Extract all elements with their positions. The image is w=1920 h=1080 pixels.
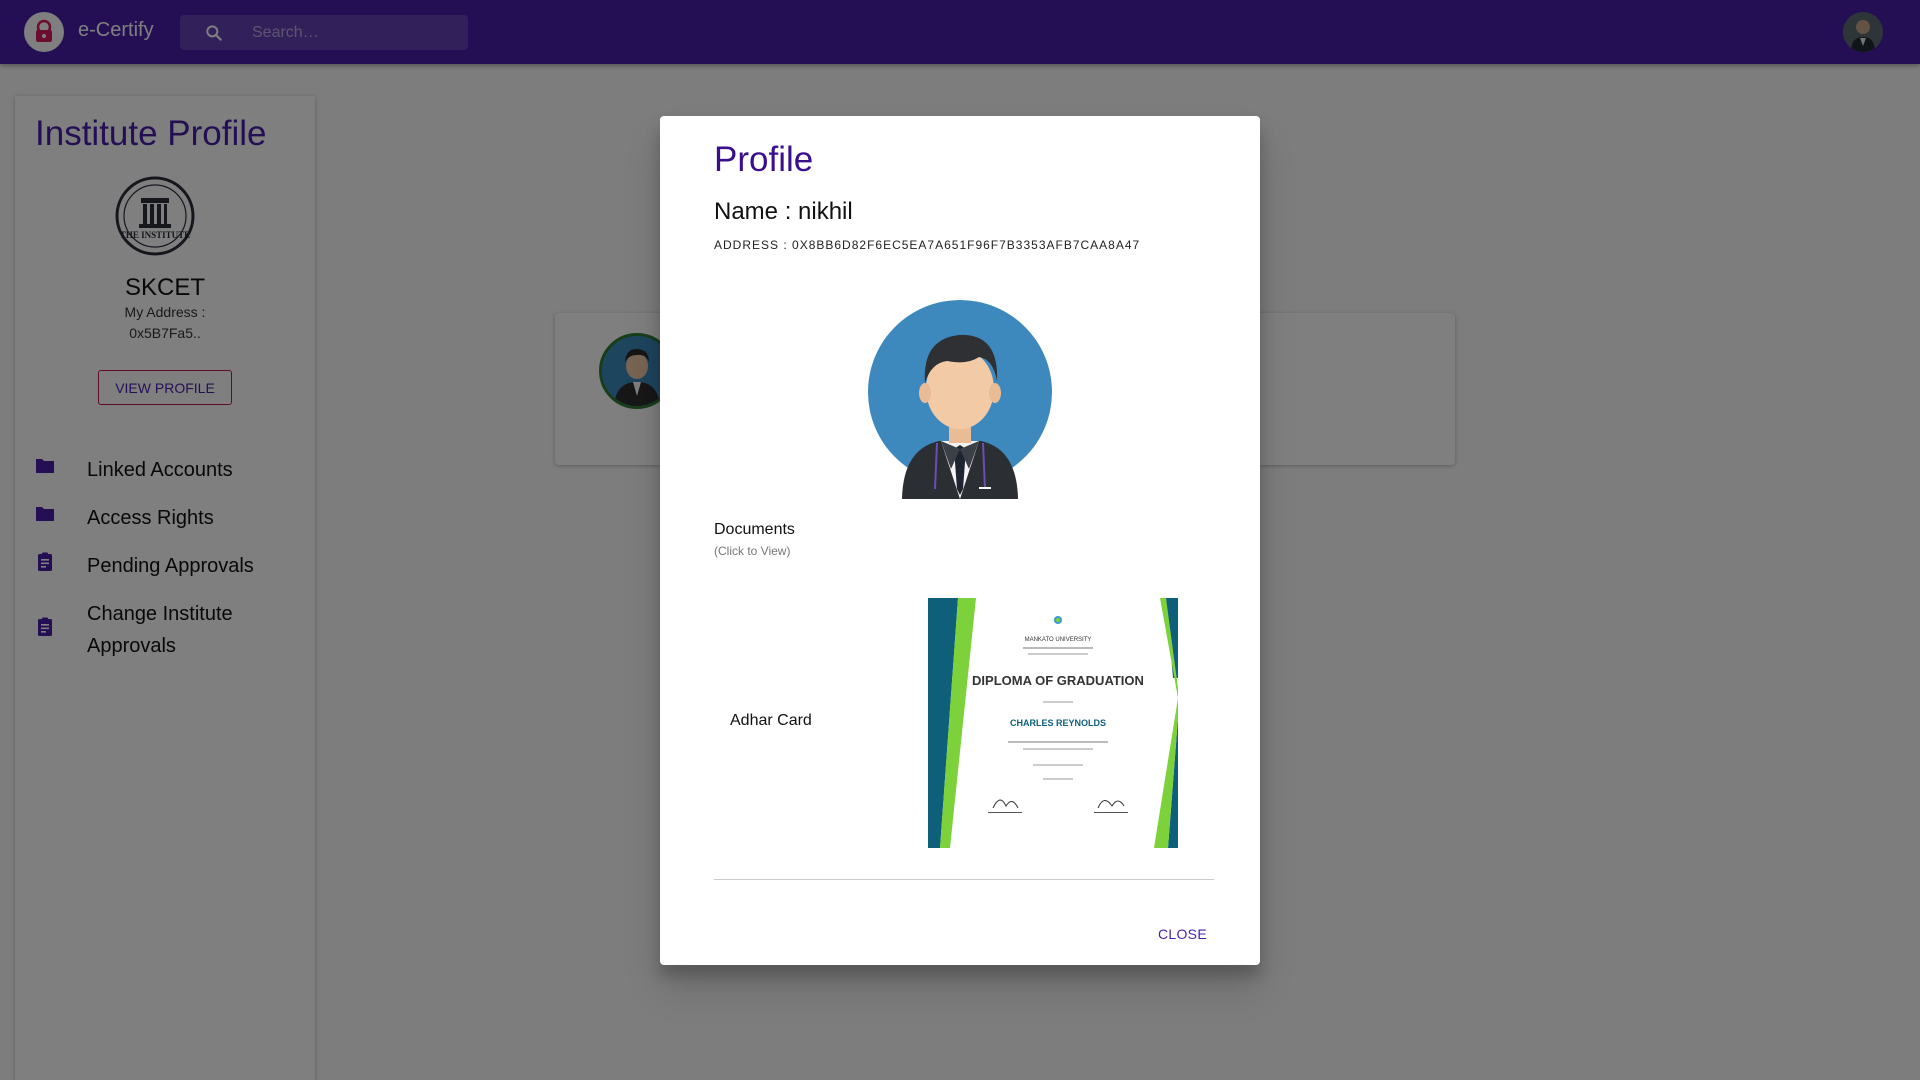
person-avatar-icon [868, 300, 1052, 499]
dialog-title: Profile [714, 140, 814, 179]
document-label: Adhar Card [730, 712, 812, 729]
close-button[interactable]: CLOSE [1158, 926, 1207, 942]
certificate-image: MANKATO UNIVERSITY DIPLOMA OF GRADUATION… [928, 598, 1178, 848]
document-thumbnail[interactable]: MANKATO UNIVERSITY DIPLOMA OF GRADUATION… [928, 598, 1178, 848]
documents-hint: (Click to View) [714, 544, 791, 558]
profile-avatar [867, 299, 1053, 499]
cert-university: MANKATO UNIVERSITY [1025, 637, 1092, 643]
documents-heading: Documents [714, 521, 795, 538]
profile-dialog: Profile Name : nikhil ADDRESS : 0X8BB6D8… [660, 116, 1260, 965]
cert-heading: DIPLOMA OF GRADUATION [972, 673, 1144, 688]
cert-recipient: CHARLES REYNOLDS [1010, 718, 1106, 728]
dialog-divider [714, 879, 1214, 880]
profile-name: Name : nikhil [714, 198, 853, 225]
document-row: Adhar Card MANKATO UNIVERSITY DIPLOMA OF… [714, 598, 1214, 848]
profile-address: ADDRESS : 0X8BB6D82F6EC5EA7A651F96F7B335… [714, 238, 1141, 252]
